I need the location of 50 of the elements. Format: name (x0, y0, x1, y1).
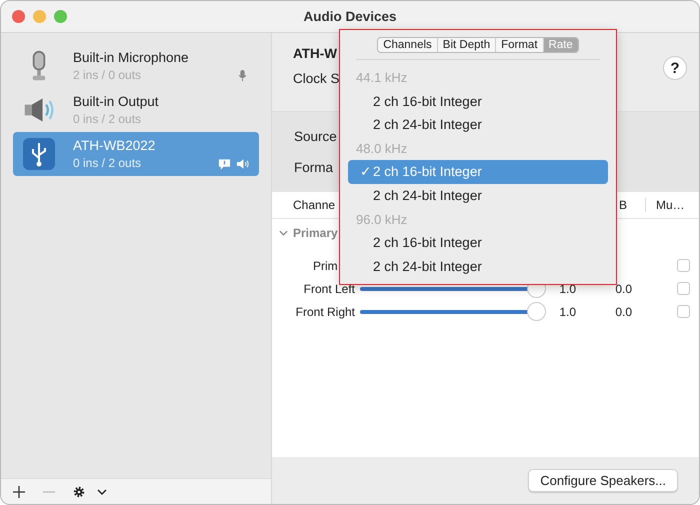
device-channels: 0 ins / 2 outs (73, 112, 142, 126)
format-label: Forma (294, 160, 334, 175)
menu-item[interactable]: 2 ch 16-bit Integer (348, 90, 608, 114)
zoom-button[interactable] (54, 10, 67, 23)
chevron-down-icon[interactable] (97, 488, 107, 494)
device-name: Built-in Output (73, 94, 160, 109)
db-cell-text: 0.0 (614, 304, 632, 318)
settings-icon[interactable] (73, 486, 85, 498)
microphone-icon (236, 70, 249, 82)
section-header: 44.1 kHz (355, 69, 408, 87)
menu-item[interactable]: 2 ch 16-bit Integer (348, 231, 608, 255)
channel-label: Prim (313, 258, 338, 272)
tab[interactable]: Channels (378, 38, 438, 52)
window-title: Audio Devices (303, 9, 397, 24)
help-button[interactable]: ? (663, 56, 687, 80)
mute-checkbox[interactable] (677, 282, 690, 295)
mute-checkbox[interactable] (677, 259, 690, 272)
column-header: Mu… (645, 198, 685, 212)
add-icon[interactable] (13, 486, 25, 498)
close-button[interactable] (12, 10, 25, 23)
channel-label: Front Right (296, 304, 355, 318)
source-label: Source (294, 129, 337, 144)
device-name: ATH-WB2022 (73, 138, 156, 153)
section-header: 96.0 kHz (355, 210, 408, 229)
volume-slider[interactable] (360, 302, 546, 321)
configure-speakers-button[interactable]: Configure Speakers... (528, 469, 678, 492)
device-name: Built-in Microphone (73, 50, 190, 65)
speaker-icon (236, 158, 249, 170)
menu-item[interactable]: 2 ch 24-bit Integer (348, 113, 608, 137)
value-cell-text: 1.0 (558, 282, 576, 296)
device-item[interactable]: Built-in Output 0 ins / 2 outs (13, 88, 259, 132)
value-cell-text: 1.0 (558, 304, 576, 318)
menu-item[interactable]: 2 ch 24-bit Integer (348, 184, 608, 208)
menu-item[interactable]: 2 ch 24-bit Integer (348, 254, 608, 278)
device-item[interactable]: Built-in Microphone 2 ins / 0 outs (13, 44, 259, 88)
channel-label: Front Left (304, 282, 355, 296)
tab[interactable]: Bit Depth (438, 38, 496, 52)
alert-bubble-icon (218, 158, 231, 170)
usb-icon (23, 138, 55, 170)
device-channels: 2 ins / 0 outs (73, 68, 142, 82)
device-channels: 0 ins / 2 outs (73, 156, 142, 170)
column-header: B (619, 198, 628, 212)
minimize-button[interactable] (33, 10, 46, 23)
mute-checkbox[interactable] (677, 305, 690, 318)
device-title: ATH-W (293, 46, 338, 61)
column-header: Channe (293, 198, 336, 212)
clock-source-label: Clock S (293, 71, 340, 86)
db-cell-text: 0.0 (614, 282, 632, 296)
group-label: Primary (293, 226, 338, 240)
section-header: 48.0 kHz (355, 140, 408, 158)
